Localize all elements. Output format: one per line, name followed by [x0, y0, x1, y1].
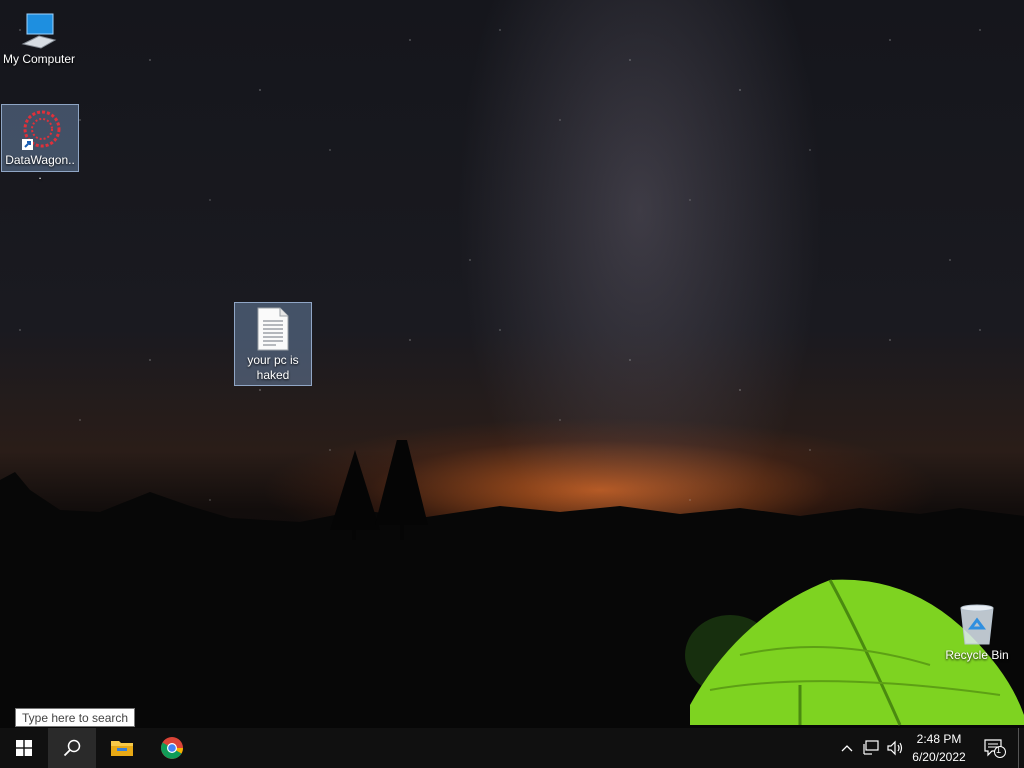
desktop-icon-my-computer[interactable]: My Computer: [0, 6, 78, 76]
notification-icon: [984, 739, 1006, 758]
file-explorer-button[interactable]: [98, 728, 146, 768]
search-button[interactable]: [48, 728, 96, 768]
show-hidden-icons-button[interactable]: [838, 728, 856, 768]
desktop-icon-label: Recycle Bin: [945, 648, 1009, 662]
desktop[interactable]: My Computer DataWagon... your pc is hake…: [0, 0, 1024, 728]
volume-button[interactable]: [884, 728, 906, 768]
desktop-icon-label: My Computer: [2, 52, 76, 66]
desktop-icon-datawagon[interactable]: DataWagon...: [1, 104, 79, 182]
show-desktop-button[interactable]: [1018, 728, 1019, 768]
notification-count: 1: [996, 745, 1002, 755]
clock[interactable]: 2:48 PM 6/20/2022: [906, 730, 972, 766]
notification-center-button[interactable]: 1: [980, 728, 1010, 768]
desktop-icon-label: your pc is haked: [247, 353, 299, 382]
file-explorer-icon: [111, 741, 133, 756]
desktop-icon-recycle-bin[interactable]: Recycle Bin: [938, 598, 1016, 668]
search-icon: [63, 739, 81, 757]
desktop-icon-text-file[interactable]: your pc is haked: [234, 302, 312, 386]
chrome-button[interactable]: [148, 728, 196, 768]
recycle-bin-icon: [960, 604, 994, 645]
desktop-icon-label: DataWagon...: [5, 153, 75, 182]
datawagon-shortcut-icon: [22, 110, 61, 150]
computer-icon: [21, 13, 57, 49]
chevron-up-icon: [841, 745, 853, 752]
clock-date: 6/20/2022: [912, 750, 966, 764]
text-file-icon: [257, 307, 289, 351]
start-button[interactable]: [0, 728, 48, 768]
volume-icon: [887, 740, 903, 756]
search-tooltip: Type here to search: [15, 708, 136, 727]
clock-time: 2:48 PM: [916, 732, 962, 746]
chrome-icon: [161, 737, 183, 759]
start-icon: [16, 740, 32, 756]
network-button[interactable]: [860, 728, 882, 768]
network-icon: [863, 740, 879, 755]
taskbar: 2:48 PM 6/20/2022 1: [0, 728, 1024, 768]
